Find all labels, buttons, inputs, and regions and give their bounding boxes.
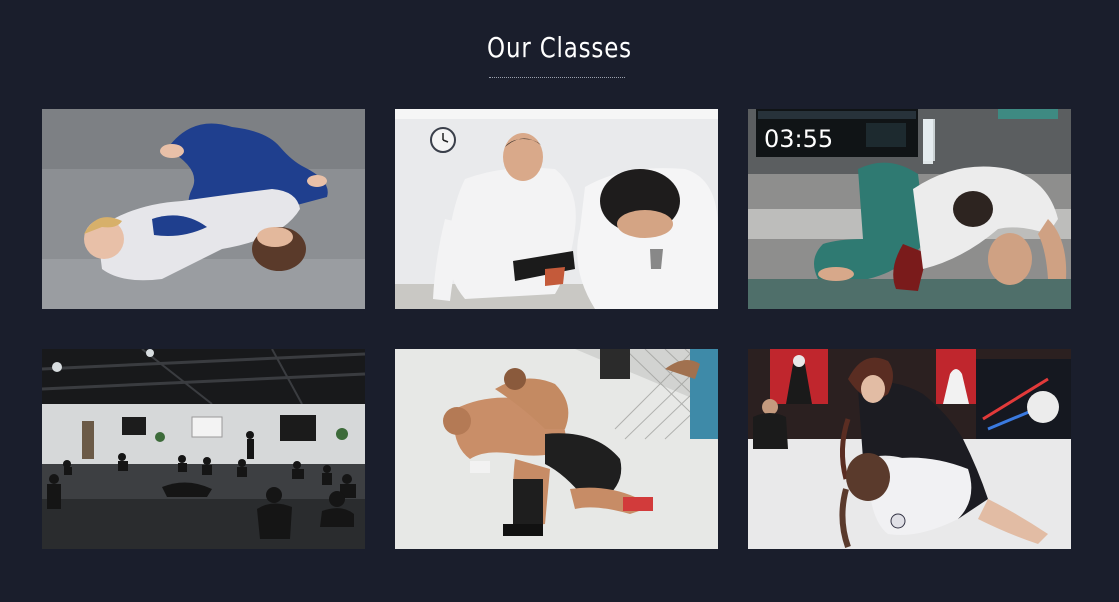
scoreboard-time: 03:55 [764,125,833,153]
title-underline [489,77,625,78]
class-card-competition[interactable]: 03:55 [748,109,1071,309]
womens-jiujitsu-photo [748,349,1071,549]
competition-match-photo: 03:55 [748,109,1071,309]
open-mat-gym-photo [42,349,365,549]
class-card-open-mat[interactable] [42,349,365,549]
class-card-womens[interactable] [748,349,1071,549]
adult-gi-drilling-photo [395,109,718,309]
classes-grid: 03:55 [42,109,1071,549]
section-title: Our Classes [487,31,632,64]
class-card-kids[interactable] [42,109,365,309]
kids-grappling-photo [42,109,365,309]
class-card-mma[interactable] [395,349,718,549]
class-card-adult-gi[interactable] [395,109,718,309]
mma-cage-fight-photo [395,349,718,549]
